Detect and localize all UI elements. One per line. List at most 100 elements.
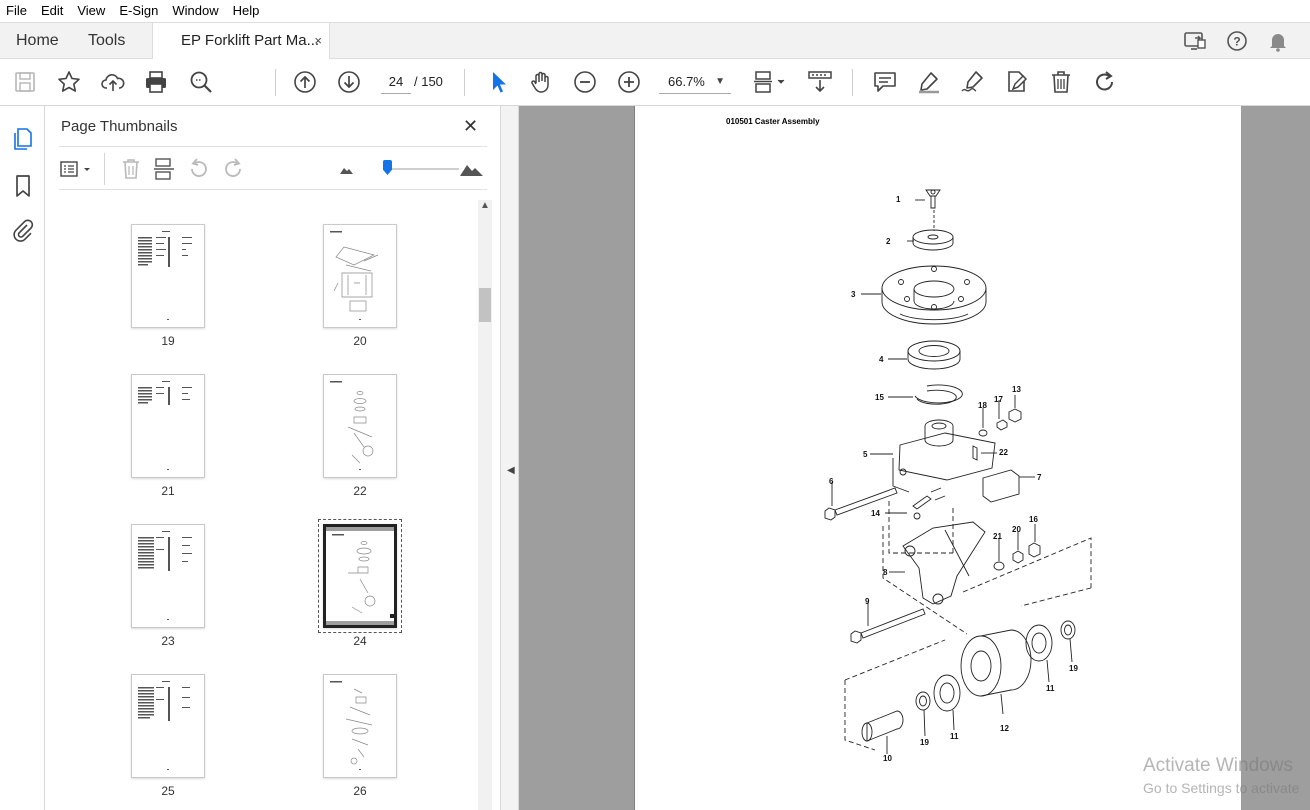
thumbnail-size-slider-track[interactable] (385, 168, 459, 170)
callout-17: 17 (994, 395, 1003, 404)
page-thumbnails-panel: Page Thumbnails ✕ 19 20 21 22 23 24 25 2… (45, 106, 500, 810)
hand-tool-icon[interactable] (528, 69, 554, 95)
callout-3: 3 (851, 290, 856, 299)
previous-page-icon[interactable] (292, 69, 318, 95)
thumbnail-label: 24 (353, 634, 367, 648)
small-mountain-icon[interactable] (335, 157, 359, 181)
panel-title: Page Thumbnails (61, 118, 178, 135)
thumbnail-size-slider-handle[interactable] (383, 160, 392, 175)
scrollbar-thumb[interactable] (479, 288, 491, 322)
thumbnail-label: 21 (161, 484, 175, 498)
print-icon[interactable] (143, 69, 169, 95)
document-view[interactable]: 010501 Caster Assembly 1 2 3 4 15 18 17 … (519, 106, 1310, 810)
menu-bar: File Edit View E-Sign Window Help (0, 0, 1310, 22)
zoom-level-dropdown[interactable]: 66.7% ▼ (659, 70, 731, 94)
acrobat-window: File Edit View E-Sign Window Help Home T… (0, 0, 1310, 810)
thumbnail-page-24-selected[interactable] (318, 519, 402, 633)
save-icon[interactable] (12, 69, 38, 95)
next-page-icon[interactable] (336, 69, 362, 95)
chevron-down-icon: ▼ (715, 76, 725, 87)
callout-19b: 19 (920, 738, 929, 747)
thumbnail-list: 19 20 21 22 23 24 25 26 (59, 198, 479, 810)
rotate-counterclockwise-icon[interactable] (187, 157, 211, 181)
callout-9: 9 (865, 597, 870, 606)
collapse-panel-icon[interactable]: ◀ (507, 465, 515, 476)
notifications-bell-icon[interactable] (1266, 29, 1290, 53)
bookmark-star-icon[interactable] (56, 69, 82, 95)
tab-document[interactable]: EP Forklift Part Ma... × (152, 23, 330, 60)
callout-8: 8 (883, 568, 888, 577)
attachments-paperclip-icon[interactable] (11, 219, 35, 243)
comment-icon[interactable] (872, 69, 898, 95)
thumbnail-page-22[interactable] (323, 374, 397, 478)
help-icon[interactable]: ? (1225, 29, 1249, 53)
toolbar-divider (275, 69, 276, 96)
thumbnail-page-19[interactable] (131, 224, 205, 328)
insert-page-icon[interactable] (152, 157, 176, 181)
select-cursor-icon[interactable] (485, 69, 511, 95)
cloud-upload-icon[interactable] (100, 69, 126, 95)
callout-7: 7 (1037, 473, 1042, 482)
callout-20: 20 (1012, 525, 1021, 534)
callout-21: 21 (993, 532, 1002, 541)
thumbnail-page-25[interactable] (131, 674, 205, 778)
share-screen-icon[interactable] (1183, 29, 1207, 53)
toolbar-divider (852, 69, 853, 96)
edit-pdf-icon[interactable] (1004, 69, 1030, 95)
thumbnail-scrollbar[interactable]: ▲ (478, 200, 492, 810)
large-mountain-icon[interactable] (459, 157, 485, 181)
callout-1: 1 (896, 195, 901, 204)
thumbnail-page-21[interactable] (131, 374, 205, 478)
thumbnail-toolbar (59, 146, 487, 190)
scroll-up-icon[interactable]: ▲ (480, 200, 490, 211)
scroll-mode-icon[interactable] (807, 69, 833, 95)
delete-icon[interactable] (1048, 69, 1074, 95)
delete-page-icon[interactable] (119, 157, 143, 181)
callout-19: 19 (1069, 664, 1078, 673)
callout-6: 6 (829, 477, 834, 486)
menu-file[interactable]: File (0, 0, 34, 22)
callout-18: 18 (978, 401, 987, 410)
thumbnail-page-20[interactable] (323, 224, 397, 328)
highlight-pen-icon[interactable] (916, 69, 942, 95)
redo-icon[interactable] (1092, 69, 1118, 95)
thumbnail-page-23[interactable] (131, 524, 205, 628)
menu-esign[interactable]: E-Sign (112, 0, 165, 22)
menu-help[interactable]: Help (226, 0, 267, 22)
callout-12: 12 (1000, 724, 1009, 733)
activation-watermark-title: Activate Windows (1143, 755, 1293, 776)
menu-view[interactable]: View (70, 0, 112, 22)
thumbnail-page-26[interactable] (323, 674, 397, 778)
close-icon[interactable]: ✕ (463, 116, 478, 137)
callout-15: 15 (875, 393, 884, 402)
page-thumbnails-icon[interactable] (11, 127, 35, 151)
thumbnail-label: 23 (161, 634, 175, 648)
zoom-in-icon[interactable] (616, 69, 642, 95)
menu-edit[interactable]: Edit (34, 0, 70, 22)
page-total: / 150 (414, 74, 443, 89)
find-zoom-icon[interactable] (188, 69, 214, 95)
menu-window[interactable]: Window (165, 0, 225, 22)
thumbnail-label: 19 (161, 334, 175, 348)
tab-close-icon[interactable]: × (314, 23, 322, 59)
callout-14: 14 (871, 509, 880, 518)
callout-16: 16 (1029, 515, 1038, 524)
callout-5: 5 (863, 450, 868, 459)
bookmarks-icon[interactable] (11, 174, 35, 198)
callout-10: 10 (883, 754, 892, 763)
tab-bar: Home Tools EP Forklift Part Ma... × ? (0, 22, 1310, 60)
draw-sign-icon[interactable] (960, 69, 986, 95)
page-fit-icon[interactable] (752, 69, 788, 95)
panel-splitter[interactable]: ◀ (500, 106, 519, 810)
tab-home[interactable]: Home (16, 23, 59, 59)
tab-tools[interactable]: Tools (88, 23, 125, 59)
page-number-input[interactable]: 24 (381, 70, 411, 94)
left-navigation-rail (0, 106, 45, 810)
callout-11b: 11 (950, 732, 959, 741)
thumbnail-options-icon[interactable] (59, 157, 95, 181)
zoom-out-icon[interactable] (572, 69, 598, 95)
toolbar-divider (464, 69, 465, 96)
callout-4: 4 (879, 355, 884, 364)
rotate-clockwise-icon[interactable] (221, 157, 245, 181)
thumbnail-label: 25 (161, 784, 175, 798)
